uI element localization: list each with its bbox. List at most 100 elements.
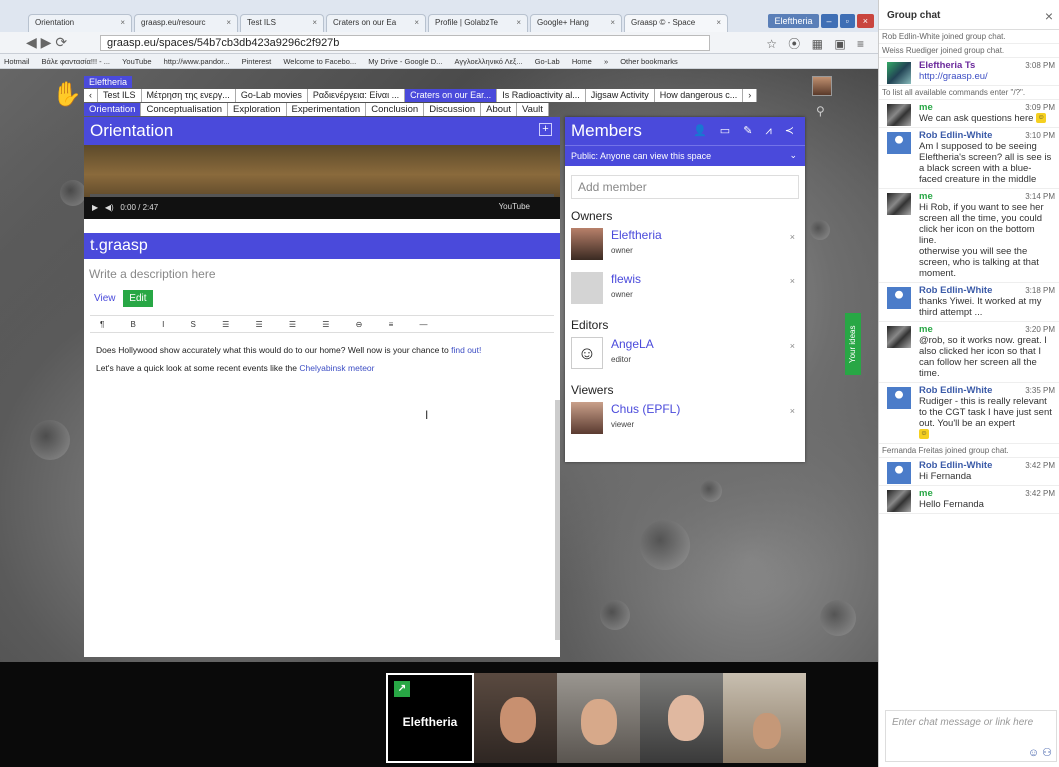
close-icon[interactable]: ×	[120, 18, 125, 27]
subspace-tab-active[interactable]: Craters on our Ear...	[405, 89, 498, 102]
participant-tile[interactable]	[640, 673, 723, 763]
close-icon[interactable]: ×	[1045, 8, 1053, 24]
members-toolbar-icons[interactable]: 👤 ▭ ✎ ⩘ ≺	[693, 124, 799, 138]
subspace-tab[interactable]: Test ILS	[98, 89, 142, 102]
tab-orientation[interactable]: Orientation	[84, 103, 142, 116]
remove-icon[interactable]: ×	[790, 276, 795, 286]
bookmark[interactable]: YouTube	[122, 57, 151, 66]
participant-tile[interactable]	[474, 673, 557, 763]
youtube-logo[interactable]: YouTube	[499, 202, 530, 211]
plus-icon[interactable]: +	[539, 123, 552, 136]
tab-about[interactable]: About	[481, 103, 517, 116]
maximize-icon[interactable]: ▫	[839, 14, 855, 28]
back-forward-reload-icons[interactable]: ◀ ▶ ⟳	[26, 34, 67, 51]
close-icon[interactable]: ×	[516, 18, 521, 27]
member-row[interactable]: flewis owner ×	[565, 270, 805, 314]
your-ideas-button[interactable]: Your ideas	[845, 313, 861, 375]
description-input[interactable]: Write a description here	[84, 259, 560, 291]
emoji-icon[interactable]: ☺ ⚇	[1028, 746, 1052, 759]
browser-tab[interactable]: Orientation ×	[28, 14, 132, 32]
avatar[interactable]	[812, 76, 832, 96]
bookmark[interactable]: http://www.pandor...	[164, 57, 230, 66]
remove-icon[interactable]: ×	[790, 406, 795, 416]
subspace-tab[interactable]: Is Radioactivity al...	[497, 89, 586, 102]
bookmark[interactable]: Αγγλοελληνικό Λεξ...	[455, 57, 523, 66]
editor-toolbar[interactable]: ¶ B I S ☰ ☰ ☰ ☰ ⊖ ≡ —	[90, 315, 554, 333]
member-name[interactable]: Eleftheria	[611, 226, 805, 242]
bookmark[interactable]: Pinterest	[242, 57, 272, 66]
edit-button[interactable]: Edit	[123, 290, 153, 307]
close-icon[interactable]: ×	[312, 18, 317, 27]
presenter-tile[interactable]: ↗ Eleftheria	[386, 673, 474, 763]
member-name[interactable]: AngeLA	[611, 335, 805, 351]
close-icon[interactable]: ×	[610, 18, 615, 27]
chelyabinsk-link[interactable]: Chelyabinsk meteor	[299, 363, 374, 373]
bookmark[interactable]: Home	[572, 57, 592, 66]
chevron-down-icon[interactable]: ⌄	[789, 150, 797, 161]
subspace-tab[interactable]: How dangerous c...	[655, 89, 744, 102]
scrollbar[interactable]	[555, 400, 560, 640]
browser-tab[interactable]: Test ILS ×	[240, 14, 324, 32]
message-time: 3:35 PM	[1025, 386, 1055, 395]
minimize-icon[interactable]: –	[820, 14, 838, 28]
user-badge[interactable]: Eleftheria	[768, 14, 819, 28]
close-icon[interactable]: ×	[716, 18, 721, 27]
browser-tab-active[interactable]: Graasp © - Space ×	[624, 14, 728, 32]
tab-label: Craters on our Ea	[333, 18, 397, 27]
bookmark[interactable]: »	[604, 57, 608, 66]
add-member-input[interactable]: Add member	[571, 175, 799, 199]
find-out-link[interactable]: find out!	[451, 345, 481, 355]
remove-icon[interactable]: ×	[790, 341, 795, 351]
graasp-logo-icon[interactable]: ✋	[52, 80, 82, 109]
editor-line[interactable]: Does Hollywood show accurately what this…	[84, 345, 560, 355]
view-button[interactable]: View	[94, 293, 116, 304]
member-row[interactable]: Chus (EPFL) viewer ×	[565, 400, 805, 444]
chevron-right-icon[interactable]: ›	[743, 89, 758, 102]
browser-tab[interactable]: Google+ Hang ×	[530, 14, 622, 32]
subspace-tab[interactable]: Ραδιενέργεια: Είναι ...	[308, 89, 406, 102]
subspace-tab[interactable]: Go-Lab movies	[236, 89, 308, 102]
search-icon[interactable]: ⚲	[816, 104, 825, 118]
play-icon[interactable]: ▶	[92, 203, 98, 212]
space-name[interactable]: Eleftheria	[84, 76, 133, 88]
editor-line[interactable]: Let's have a quick look at some recent e…	[84, 363, 560, 373]
editor-text: Let's have a quick look at some recent e…	[96, 363, 300, 373]
chat-message: Rob Edlin-White 3:35 PM Rudiger - this i…	[879, 383, 1059, 444]
remove-icon[interactable]: ×	[790, 232, 795, 242]
member-row[interactable]: ☺ AngeLA editor ×	[565, 335, 805, 379]
browser-tab[interactable]: Profile | GolabzTe ×	[428, 14, 528, 32]
subspace-tab[interactable]: Jigsaw Activity	[586, 89, 655, 102]
chevron-left-icon[interactable]: ‹	[84, 89, 98, 102]
bookmark[interactable]: My Drive - Google D...	[368, 57, 442, 66]
browser-tab[interactable]: graasp.eu/resourc ×	[134, 14, 238, 32]
member-row[interactable]: Eleftheria owner ×	[565, 226, 805, 270]
group-chat-panel: Group chat × Rob Edlin-White joined grou…	[878, 0, 1059, 767]
message-link[interactable]: http://graasp.eu/	[919, 71, 988, 82]
volume-icon[interactable]: ◀)	[105, 203, 114, 212]
close-icon[interactable]: ×	[226, 18, 231, 27]
tab-discussion[interactable]: Discussion	[424, 103, 482, 116]
tab-vault[interactable]: Vault	[517, 103, 549, 116]
subspace-tab[interactable]: Μέτρηση της ενεργ...	[142, 89, 236, 102]
bookmark[interactable]: Welcome to Facebo...	[283, 57, 356, 66]
tab-conclusion[interactable]: Conclusion	[366, 103, 425, 116]
visibility-select[interactable]: Public: Anyone can view this space ⌄	[565, 145, 805, 166]
video-player[interactable]: ▶ ◀) 0:00 / 2:47 YouTube	[84, 145, 560, 219]
bookmark[interactable]: Βάλε φαντασία!!! - ...	[42, 57, 110, 66]
bookmark[interactable]: Go-Lab	[535, 57, 560, 66]
browser-tab[interactable]: Craters on our Ea ×	[326, 14, 426, 32]
close-icon[interactable]: ×	[414, 18, 419, 27]
tab-conceptualisation[interactable]: Conceptualisation	[141, 103, 229, 116]
chat-message-input[interactable]: Enter chat message or link here ☺ ⚇	[885, 710, 1057, 762]
extension-icons[interactable]: ☆ ⦿ ▦ ▣ ≡	[766, 35, 868, 52]
bookmark[interactable]: Hotmail	[4, 57, 29, 66]
participant-tile[interactable]	[557, 673, 640, 763]
window-close-icon[interactable]: ×	[856, 14, 874, 28]
bookmark[interactable]: Other bookmarks	[620, 57, 678, 66]
participant-tile[interactable]	[723, 673, 806, 763]
member-name[interactable]: Chus (EPFL)	[611, 400, 805, 416]
tab-experimentation[interactable]: Experimentation	[287, 103, 367, 116]
member-name[interactable]: flewis	[611, 270, 805, 286]
url-input[interactable]: graasp.eu/spaces/54b7cb3db423a9296c2f927…	[100, 35, 710, 51]
tab-exploration[interactable]: Exploration	[228, 103, 287, 116]
